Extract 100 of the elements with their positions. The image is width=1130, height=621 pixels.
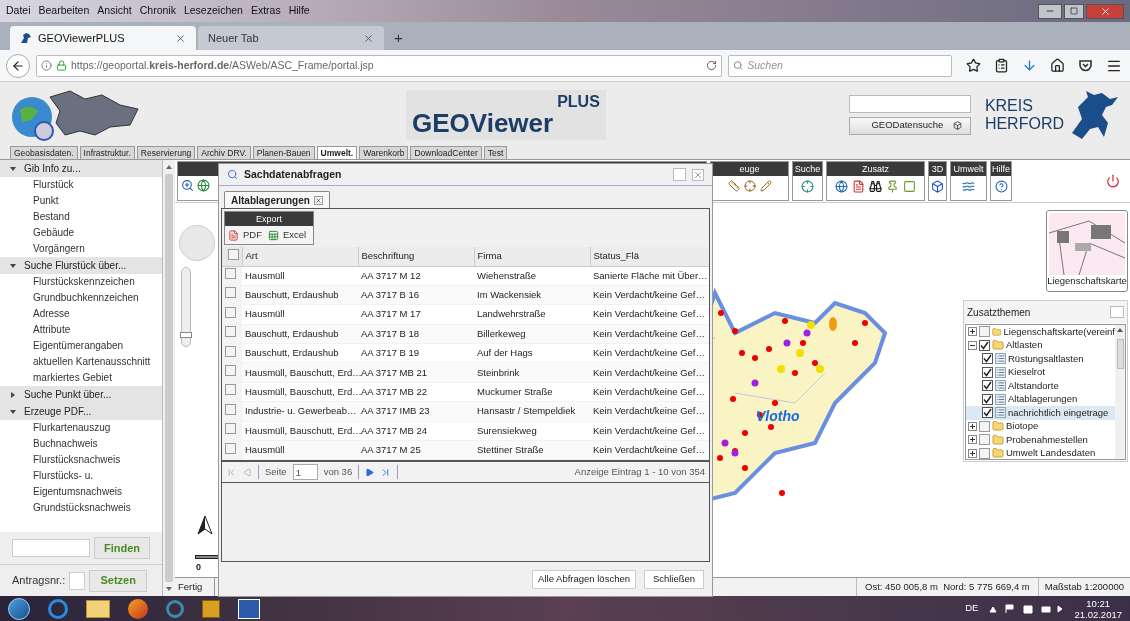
row-checkbox[interactable] [225, 326, 236, 338]
scroll-up-icon[interactable] [1117, 327, 1123, 333]
binoculars-icon[interactable] [869, 180, 882, 193]
checkbox[interactable] [979, 339, 990, 351]
portal-tab[interactable]: Test [483, 146, 508, 159]
language-indicator[interactable]: DE [965, 601, 979, 616]
column-header[interactable]: Art [242, 247, 358, 266]
sidebar-link[interactable]: Adresse [0, 306, 162, 322]
start-button[interactable] [8, 597, 30, 620]
collapse-icon[interactable] [968, 340, 977, 350]
column-header[interactable]: Beschriftung [358, 247, 474, 266]
portal-tab[interactable]: Umwelt. [316, 146, 358, 159]
sidebar-link[interactable]: Flurkartenauszug [0, 420, 162, 436]
maximize-button[interactable] [1064, 3, 1084, 19]
layer-item[interactable]: Altlasten [966, 338, 1115, 352]
home-icon[interactable] [1050, 58, 1065, 73]
browser-icon[interactable] [48, 598, 68, 619]
menu-item[interactable]: Bearbeiten [38, 3, 90, 19]
checkbox[interactable] [979, 434, 990, 446]
portal-tab[interactable]: Planen-Bauen [252, 146, 315, 159]
row-checkbox[interactable] [225, 442, 236, 454]
menu-item[interactable]: Hilfe [288, 3, 310, 19]
checkbox[interactable] [982, 407, 993, 419]
application-number-field[interactable] [69, 571, 86, 590]
sidebar-link[interactable]: Punkt [0, 193, 162, 209]
close-tab-icon[interactable] [175, 32, 186, 44]
portal-tab[interactable]: Archiv DRV. [197, 146, 251, 159]
checkbox[interactable] [982, 353, 993, 365]
checkbox[interactable] [979, 447, 990, 459]
sidebar-link[interactable]: Gebäude [0, 225, 162, 241]
globe-icon[interactable] [835, 180, 848, 193]
portal-tab[interactable]: Warenkorb [359, 146, 409, 159]
layer-item[interactable]: Altablagerungen [966, 392, 1115, 406]
selection-icon[interactable] [903, 180, 916, 193]
pencil-icon[interactable] [759, 180, 772, 192]
row-checkbox[interactable] [225, 268, 236, 280]
sidebar-link[interactable]: Flurstückskennzeichen [0, 274, 162, 290]
row-checkbox[interactable] [225, 365, 236, 376]
layer-item[interactable]: Kieselrot [966, 365, 1115, 379]
expand-icon[interactable] [968, 448, 977, 458]
close-icon[interactable] [692, 168, 704, 181]
cube-icon[interactable] [931, 180, 944, 193]
row-checkbox[interactable] [225, 384, 236, 396]
sidebar-link[interactable]: Eigentümerangaben [0, 338, 162, 354]
water-icon[interactable] [962, 180, 975, 193]
portal-tab[interactable]: Infrastruktur. [79, 146, 135, 159]
column-header[interactable]: Firma [474, 247, 590, 266]
menu-item[interactable]: Lesezeichen [183, 3, 243, 19]
row-checkbox[interactable] [225, 423, 236, 435]
box-app-icon[interactable] [202, 599, 220, 618]
geodata-search-field[interactable] [848, 94, 971, 113]
menu-item[interactable]: Ansicht [97, 3, 132, 19]
scroll-thumb[interactable] [1116, 339, 1124, 369]
checkbox[interactable] [982, 380, 993, 392]
document-icon[interactable] [852, 180, 865, 193]
pin-icon[interactable] [886, 180, 899, 193]
help-icon[interactable] [994, 180, 1008, 193]
back-button[interactable] [6, 53, 30, 78]
address-field[interactable]: https://geoportal.kreis-herford.de/ASWeb/ASC_Frame/portal.jsp [36, 54, 722, 77]
expand-icon[interactable] [968, 327, 977, 337]
zoom-in-icon[interactable] [181, 179, 194, 192]
layer-item[interactable]: Probenahmestellen [966, 433, 1115, 447]
zoom-slider[interactable] [181, 267, 191, 347]
portal-tab[interactable]: Reservierung [136, 146, 196, 159]
scroll-down-icon[interactable] [166, 586, 172, 592]
menu-item[interactable]: Extras [250, 3, 281, 19]
close-tab-icon[interactable] [363, 32, 374, 44]
find-field[interactable] [12, 539, 90, 557]
row-checkbox[interactable] [225, 306, 236, 318]
expand-icon[interactable] [968, 421, 977, 431]
section-header[interactable]: Gib Info zu... [0, 160, 162, 177]
folder-app-icon[interactable] [86, 599, 110, 618]
ruler-icon[interactable] [727, 180, 740, 192]
section-header[interactable]: Suche Punkt über... [0, 386, 162, 403]
crosshair-icon[interactable] [801, 180, 814, 193]
globe-icon[interactable] [197, 179, 210, 192]
layer-item[interactable]: nachrichtlich eingetrage [966, 406, 1115, 420]
close-tab-icon[interactable] [313, 195, 323, 205]
next-page-icon[interactable] [365, 467, 375, 477]
browser-tab[interactable]: Neuer Tab [198, 26, 384, 50]
sidebar-link[interactable]: Flurstücks- u. Eigentumsnachweis [0, 468, 162, 500]
sidebar-link[interactable]: Buchnachweis [0, 436, 162, 452]
shield-icon[interactable] [1078, 58, 1093, 73]
scroll-thumb[interactable] [165, 174, 173, 582]
star-icon[interactable] [966, 58, 981, 73]
sidebar-link[interactable]: Grundstücksnachweis [0, 500, 162, 516]
select-all-checkbox[interactable] [227, 248, 239, 260]
checkbox[interactable] [982, 366, 993, 378]
sidebar-link[interactable]: Grundbuchkennzeichen [0, 290, 162, 306]
zoom-slider-thumb[interactable] [180, 332, 192, 339]
result-tab[interactable]: Altablagerungen [224, 191, 330, 208]
close-button[interactable] [1086, 3, 1124, 19]
new-tab-button[interactable]: + [386, 26, 411, 50]
excel-button[interactable]: Excel [268, 227, 307, 243]
portal-tab[interactable]: DownloadCenter [410, 146, 482, 159]
checkbox[interactable] [979, 420, 990, 432]
close-dialog-button[interactable]: Schließen [644, 569, 704, 589]
reload-icon[interactable] [706, 60, 717, 71]
sidebar-link[interactable]: Vorgängern [0, 241, 162, 257]
layer-item[interactable]: Rüstungsaltlasten [966, 352, 1115, 366]
